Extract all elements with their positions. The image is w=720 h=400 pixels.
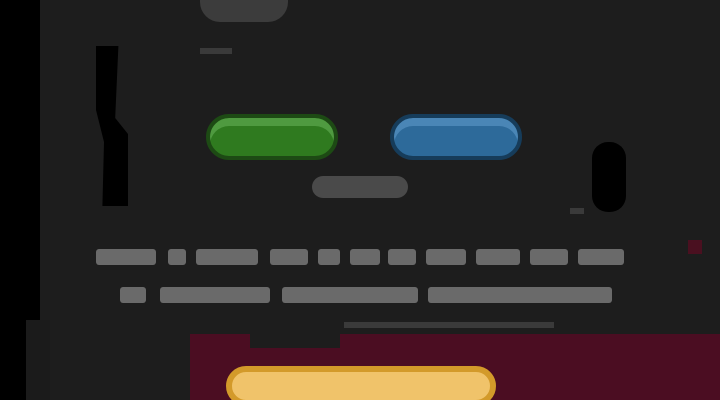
tiny-mark bbox=[570, 208, 584, 214]
green-button[interactable] bbox=[206, 114, 338, 160]
right-shadow-decoration bbox=[592, 142, 626, 212]
pixelated-screen bbox=[0, 0, 720, 400]
red-dot bbox=[688, 240, 702, 254]
top-partial-element bbox=[200, 0, 288, 22]
middle-button[interactable] bbox=[312, 176, 408, 198]
left-edge bbox=[26, 320, 50, 400]
text-line-2 bbox=[120, 284, 612, 306]
small-dash bbox=[200, 48, 232, 54]
footer-button[interactable] bbox=[226, 366, 496, 400]
separator bbox=[344, 322, 554, 328]
blue-button[interactable] bbox=[390, 114, 522, 160]
footer-notch bbox=[250, 334, 340, 348]
text-line-1 bbox=[96, 246, 624, 268]
